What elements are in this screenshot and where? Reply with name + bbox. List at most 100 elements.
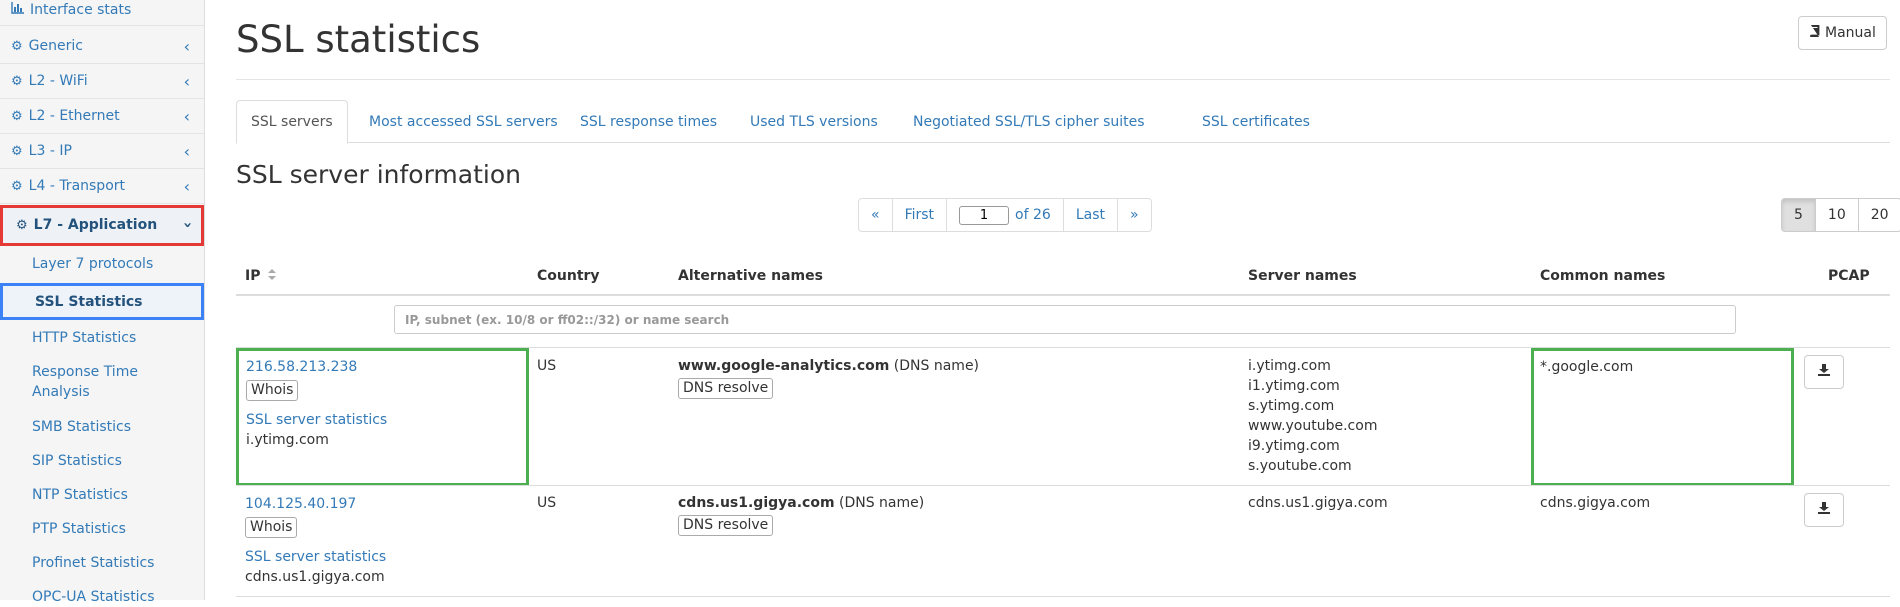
column-header-ip[interactable]: IP bbox=[245, 268, 277, 284]
tab-ssl-servers[interactable]: SSL servers bbox=[236, 100, 348, 144]
tab-label: Negotiated SSL/TLS cipher suites bbox=[913, 113, 1145, 130]
server-name: s.ytimg.com bbox=[1248, 398, 1335, 414]
ssl-server-statistics-link[interactable]: SSL server statistics bbox=[245, 549, 386, 565]
ip-link[interactable]: 216.58.213.238 bbox=[246, 359, 357, 375]
chevron-left-icon: ‹ bbox=[183, 36, 190, 56]
main-content: SSL statistics Manual SSL servers Most a… bbox=[236, 0, 1900, 600]
page-count-label: of 26 bbox=[1015, 207, 1051, 223]
sidebar-subitem-sip-statistics[interactable]: SIP Statistics bbox=[32, 451, 122, 471]
whois-button[interactable]: Whois bbox=[245, 517, 298, 538]
page-number-input[interactable] bbox=[959, 205, 1010, 225]
column-header-country: Country bbox=[537, 268, 600, 284]
sidebar: Interface stats ⚙ Generic ‹ ⚙ L2 - WiFi … bbox=[0, 0, 205, 605]
divider bbox=[236, 294, 1890, 296]
section-title: SSL server information bbox=[236, 160, 521, 189]
sidebar-item-l3-ip[interactable]: ⚙ L3 - IP ‹ bbox=[0, 134, 204, 169]
whois-button[interactable]: Whois bbox=[246, 380, 299, 401]
column-header-server-names: Server names bbox=[1248, 268, 1357, 284]
table-row-1-common-name: *.google.com bbox=[1540, 359, 1634, 375]
divider bbox=[236, 485, 1890, 486]
divider bbox=[236, 596, 1890, 597]
sidebar-subitem-layer7-protocols[interactable]: Layer 7 protocols bbox=[32, 254, 153, 274]
tab-most-accessed-ssl-servers[interactable]: Most accessed SSL servers bbox=[355, 100, 572, 143]
sidebar-item-generic[interactable]: ⚙ Generic ‹ bbox=[0, 29, 204, 64]
pcap-download-button[interactable] bbox=[1804, 493, 1844, 527]
server-name: i.ytimg.com bbox=[1248, 358, 1331, 374]
gear-icon: ⚙ bbox=[11, 178, 23, 194]
alt-name: cdns.us1.gigya.com bbox=[678, 495, 835, 511]
manual-button[interactable]: Manual bbox=[1798, 16, 1887, 50]
dns-name-suffix: (DNS name) bbox=[839, 495, 925, 511]
sidebar-subitem-response-time-analysis[interactable]: Response Time Analysis bbox=[32, 362, 162, 402]
server-name: i9.ytimg.com bbox=[1248, 438, 1340, 454]
book-icon bbox=[1809, 24, 1820, 41]
table-row-2-alt-names: cdns.us1.gigya.com (DNS name) DNS resolv… bbox=[678, 493, 924, 536]
ip-link[interactable]: 104.125.40.197 bbox=[245, 496, 356, 512]
sidebar-item-l7-application[interactable]: ⚙ L7 - Application ‹ bbox=[0, 205, 204, 246]
sidebar-item-l2-wifi[interactable]: ⚙ L2 - WiFi ‹ bbox=[0, 64, 204, 99]
sidebar-subitem-ssl-statistics[interactable]: SSL Statistics bbox=[0, 283, 204, 320]
table-row-1-alt-names: www.google-analytics.com (DNS name) DNS … bbox=[678, 356, 979, 399]
chevron-left-icon: ‹ bbox=[183, 106, 190, 126]
chevron-left-icon: ‹ bbox=[183, 176, 190, 196]
sidebar-subitem-opcua-statistics[interactable]: OPC-UA Statistics bbox=[32, 587, 155, 607]
page-size-20-button[interactable]: 20 bbox=[1857, 198, 1900, 232]
page-size-selector: 5 10 20 bbox=[1781, 198, 1900, 232]
pagination-first-button[interactable]: First bbox=[891, 198, 948, 232]
table-row-2-country: US bbox=[537, 495, 557, 511]
column-header-common-names: Common names bbox=[1540, 268, 1666, 284]
sidebar-item-l2-ethernet[interactable]: ⚙ L2 - Ethernet ‹ bbox=[0, 99, 204, 134]
sidebar-item-label: Generic bbox=[28, 38, 83, 54]
page-size-5-button[interactable]: 5 bbox=[1781, 198, 1816, 232]
dns-resolve-button[interactable]: DNS resolve bbox=[678, 515, 774, 536]
table-row-1-ip-cell: 216.58.213.238 Whois SSL server statisti… bbox=[246, 357, 387, 450]
pagination-page-control: of 26 bbox=[946, 198, 1064, 232]
gear-icon: ⚙ bbox=[11, 108, 23, 124]
pagination-last-button[interactable]: Last bbox=[1062, 198, 1118, 232]
column-header-label: IP bbox=[245, 268, 261, 284]
column-header-pcap: PCAP bbox=[1828, 268, 1870, 284]
tab-used-tls-versions[interactable]: Used TLS versions bbox=[736, 100, 892, 143]
page-title: SSL statistics bbox=[236, 18, 481, 61]
server-name: www.youtube.com bbox=[1248, 418, 1378, 434]
tab-ssl-response-times[interactable]: SSL response times bbox=[566, 100, 731, 143]
page-size-10-button[interactable]: 10 bbox=[1814, 198, 1859, 232]
tab-ssl-certificates[interactable]: SSL certificates bbox=[1188, 100, 1324, 143]
alt-name: www.google-analytics.com bbox=[678, 358, 890, 374]
sidebar-item-l4-transport[interactable]: ⚙ L4 - Transport ‹ bbox=[0, 169, 204, 204]
divider bbox=[236, 79, 1890, 80]
tab-label: Most accessed SSL servers bbox=[369, 113, 558, 130]
dns-name-suffix: (DNS name) bbox=[893, 358, 980, 374]
tab-label: SSL response times bbox=[580, 113, 717, 130]
server-name: s.youtube.com bbox=[1248, 458, 1352, 474]
sidebar-subitem-ptp-statistics[interactable]: PTP Statistics bbox=[32, 519, 126, 539]
search-input[interactable] bbox=[394, 305, 1736, 334]
pagination-next-button[interactable]: » bbox=[1116, 198, 1152, 232]
pagination: « First of 26 Last » bbox=[858, 198, 1152, 232]
pagination-prev-button[interactable]: « bbox=[858, 198, 893, 232]
table-row-1-server-names: i.ytimg.com i1.ytimg.com s.ytimg.com www… bbox=[1248, 356, 1377, 476]
dns-resolve-button[interactable]: DNS resolve bbox=[678, 378, 774, 399]
sidebar-item-label: L3 - IP bbox=[28, 143, 72, 159]
server-name: i1.ytimg.com bbox=[1248, 378, 1340, 394]
ssl-server-statistics-link[interactable]: SSL server statistics bbox=[246, 412, 387, 428]
sidebar-subitem-ntp-statistics[interactable]: NTP Statistics bbox=[32, 485, 128, 505]
gear-icon: ⚙ bbox=[16, 217, 28, 233]
sidebar-subitem-http-statistics[interactable]: HTTP Statistics bbox=[32, 328, 136, 348]
column-header-alternative-names: Alternative names bbox=[678, 268, 823, 284]
gear-icon: ⚙ bbox=[11, 143, 23, 159]
tab-negotiated-cipher-suites[interactable]: Negotiated SSL/TLS cipher suites bbox=[899, 100, 1159, 143]
ip-host-name: cdns.us1.gigya.com bbox=[245, 569, 385, 585]
sidebar-item-interface-stats[interactable]: Interface stats bbox=[0, 0, 204, 26]
table-row-2-server-names: cdns.us1.gigya.com bbox=[1248, 493, 1388, 513]
sidebar-subitem-smb-statistics[interactable]: SMB Statistics bbox=[32, 417, 131, 437]
table-row-2-common-name: cdns.gigya.com bbox=[1540, 495, 1651, 511]
sidebar-item-label: Interface stats bbox=[30, 1, 132, 18]
ip-host-name: i.ytimg.com bbox=[246, 432, 329, 448]
sidebar-subitem-profinet-statistics[interactable]: Profinet Statistics bbox=[32, 553, 154, 573]
pcap-download-button[interactable] bbox=[1804, 355, 1844, 389]
manual-button-label: Manual bbox=[1825, 25, 1876, 41]
sidebar-item-label: L2 - Ethernet bbox=[28, 108, 120, 124]
gear-icon: ⚙ bbox=[11, 38, 23, 54]
tab-label: SSL servers bbox=[251, 114, 333, 130]
